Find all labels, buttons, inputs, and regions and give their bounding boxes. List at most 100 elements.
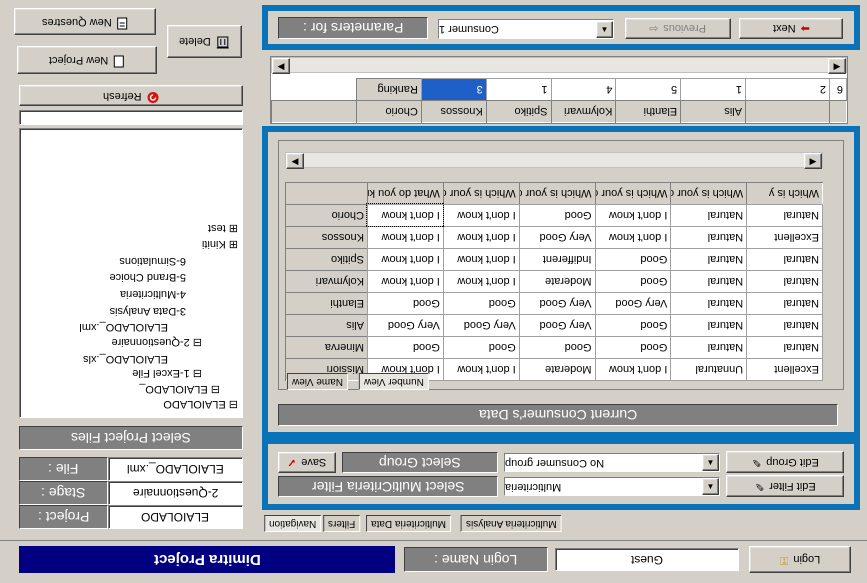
table-cell[interactable]: Very Good: [367, 314, 444, 337]
table-cell[interactable]: I don't know: [443, 226, 520, 249]
select-group-box[interactable]: Select Group: [342, 452, 498, 473]
tree-node[interactable]: ⊟ 2-Questionnaire: [111, 336, 202, 349]
scroll-right-icon[interactable]: ▶: [804, 153, 822, 169]
login-button[interactable]: Login ⚿: [749, 546, 851, 573]
save-button[interactable]: Save ✓: [278, 452, 336, 473]
table-cell[interactable]: Good: [595, 270, 671, 293]
tree-node[interactable]: ELAIOLADO_.xls: [83, 353, 168, 365]
table-cell[interactable]: I don't know: [443, 204, 520, 227]
table-cell[interactable]: I don't know: [595, 358, 671, 381]
login-name-field[interactable]: Guest: [555, 548, 739, 571]
table-cell[interactable]: Natural: [670, 204, 747, 227]
table-cell[interactable]: Unnatural: [670, 358, 747, 381]
table-cell[interactable]: Very Good: [595, 292, 671, 315]
table-cell[interactable]: Indifferent: [519, 248, 596, 271]
table-cell[interactable]: Good: [519, 204, 596, 227]
tab-filters[interactable]: Filters: [323, 515, 361, 532]
table-cell[interactable]: Good: [519, 336, 596, 359]
table-cell[interactable]: I don't know: [367, 270, 444, 293]
tab-navigation[interactable]: Navigation: [264, 515, 322, 532]
table-cell[interactable]: Good: [595, 314, 671, 337]
scroll-left-icon[interactable]: ◀: [272, 58, 290, 74]
previous-button[interactable]: Previous ⇦: [625, 18, 731, 39]
chevron-down-icon[interactable]: ▼: [702, 454, 719, 471]
tree-node[interactable]: ⊞ Kiniti: [202, 238, 238, 251]
table-cell[interactable]: Natural: [670, 314, 747, 337]
table-cell[interactable]: I don't know: [443, 248, 520, 271]
tree-node[interactable]: ELAIOLADO_.xml: [79, 321, 168, 333]
project-tree[interactable]: ⊟ ELAIOLADO ⊟ ELAIOLADO_ ⊟ 1-Excel File …: [19, 128, 243, 418]
table-cell[interactable]: Very Good: [519, 292, 596, 315]
next-button[interactable]: ➡ Next: [739, 18, 843, 39]
scroll-right-icon[interactable]: ▶: [828, 58, 846, 74]
consumer-data-scrollbar[interactable]: ◀ ▶: [285, 152, 823, 169]
tree-node[interactable]: 4-Multicriteria: [120, 288, 186, 300]
tree-node[interactable]: ⊞ test: [208, 222, 238, 235]
ranking-scrollbar[interactable]: ◀ ▶: [271, 57, 847, 74]
edit-group-button[interactable]: Edit Group ✎: [726, 451, 844, 473]
tree-node[interactable]: ⊟ 1-Excel File: [132, 367, 202, 380]
table-cell[interactable]: Natural: [746, 204, 823, 227]
table-cell[interactable]: Excellent: [746, 358, 823, 381]
tree-node[interactable]: ⊟ ELAIOLADO_: [139, 383, 220, 396]
table-cell[interactable]: Good: [443, 336, 520, 359]
mc-filter-select[interactable]: Multicriteria ▼: [504, 477, 720, 496]
delete-button[interactable]: Delete: [167, 25, 242, 58]
ranking-cell[interactable]: 1: [486, 78, 552, 101]
group-select[interactable]: No Consumer group ▼: [504, 453, 720, 472]
scroll-left-icon[interactable]: ◀: [286, 153, 304, 169]
table-cell[interactable]: Moderate: [519, 358, 596, 381]
table-cell[interactable]: Good: [367, 336, 444, 359]
table-cell[interactable]: Natural: [746, 314, 823, 337]
table-cell[interactable]: Natural: [746, 248, 823, 271]
tree-node-root[interactable]: ⊟ ELAIOLADO: [163, 398, 238, 411]
table-cell[interactable]: Very Good: [519, 226, 596, 249]
table-cell[interactable]: Natural: [670, 270, 747, 293]
new-questires-button[interactable]: New Questres: [14, 8, 156, 35]
tab-multicriteria-analysis[interactable]: Multicriteria Analysis: [461, 515, 562, 532]
consumer-select[interactable]: Consumer 1 ▼: [438, 19, 614, 39]
select-project-files-bar[interactable]: Select Project Files: [19, 426, 243, 450]
table-cell[interactable]: I don't know: [443, 270, 520, 293]
tree-node[interactable]: 3-Data Analysis: [110, 305, 186, 317]
edit-filter-button[interactable]: Edit Filter ✎: [726, 475, 844, 497]
ranking-cell[interactable]: 2: [745, 78, 830, 101]
table-cell[interactable]: Natural: [670, 226, 747, 249]
ranking-cell[interactable]: 4: [551, 78, 616, 101]
table-cell[interactable]: Very Good: [443, 314, 520, 337]
table-cell[interactable]: I don't know: [367, 248, 444, 271]
table-cell[interactable]: Good: [367, 292, 444, 315]
select-mc-filter-box[interactable]: Select MultiCriteria Filter: [278, 476, 498, 497]
tab-multicriteria-data[interactable]: Multicriteria Data: [366, 515, 452, 532]
table-cell[interactable]: Excellent: [746, 226, 823, 249]
chevron-down-icon[interactable]: ▼: [702, 478, 719, 495]
table-cell[interactable]: Natural: [746, 292, 823, 315]
table-cell[interactable]: Good: [443, 292, 520, 315]
table-cell[interactable]: Very Good: [519, 314, 596, 337]
table-cell[interactable]: Good: [595, 336, 671, 359]
table-cell[interactable]: Natural: [746, 270, 823, 293]
table-cell[interactable]: Good: [595, 248, 671, 271]
table-cell[interactable]: Natural: [670, 248, 747, 271]
refresh-button[interactable]: Refresh: [19, 85, 243, 106]
ranking-cell[interactable]: 5: [615, 78, 681, 101]
tab-number-view[interactable]: Number View: [359, 373, 429, 390]
tree-path-field[interactable]: [19, 110, 243, 125]
table-cell[interactable]: I don't know: [595, 226, 671, 249]
table-cell[interactable]: I don't know: [367, 226, 444, 249]
table-cell[interactable]: Natural: [746, 336, 823, 359]
table-cell[interactable]: Moderate: [519, 270, 596, 293]
ranking-cell-selected[interactable]: 3: [421, 78, 487, 101]
table-cell[interactable]: I don't know: [366, 203, 445, 228]
chevron-down-icon[interactable]: ▼: [596, 20, 613, 38]
tab-name-view[interactable]: Name View: [287, 373, 348, 390]
tree-node[interactable]: 6-Simulations: [119, 255, 186, 267]
ranking-cell[interactable]: 1: [680, 78, 746, 101]
tree-node[interactable]: 5-Brand Choice: [110, 271, 186, 283]
table-cell[interactable]: I don't know: [443, 358, 520, 381]
table-cell[interactable]: I don't know: [595, 204, 671, 227]
new-project-button[interactable]: New Project: [17, 46, 157, 74]
table-cell[interactable]: Natural: [670, 336, 747, 359]
table-cell[interactable]: Natural: [670, 292, 747, 315]
ranking-cell[interactable]: 6: [829, 78, 847, 101]
